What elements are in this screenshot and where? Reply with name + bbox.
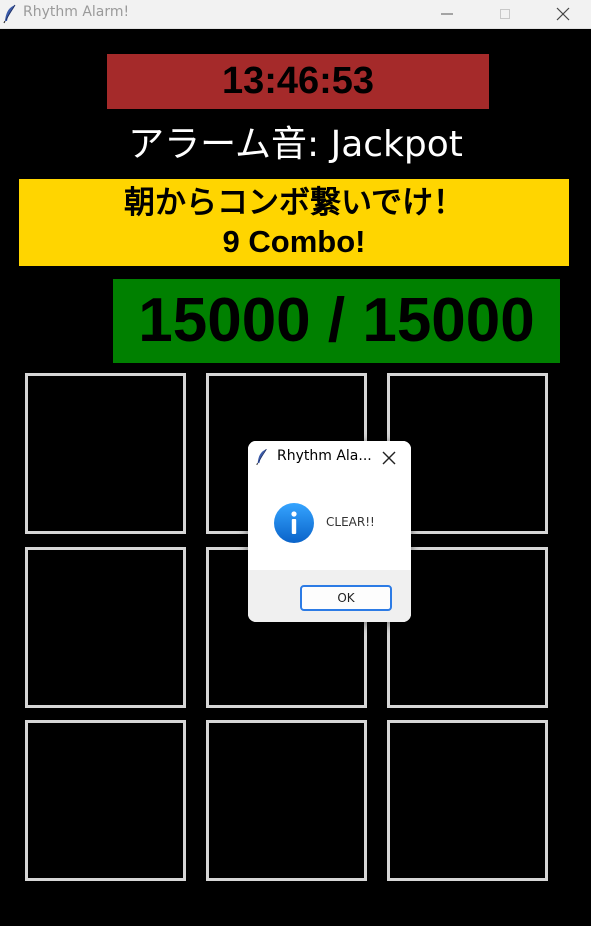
tile-7[interactable] xyxy=(25,720,186,881)
tile-3[interactable] xyxy=(387,373,548,534)
maximize-button[interactable] xyxy=(476,0,534,28)
tile-9[interactable] xyxy=(387,720,548,881)
window-title: Rhythm Alarm! xyxy=(23,4,130,20)
tile-6[interactable] xyxy=(387,547,548,708)
close-button[interactable] xyxy=(534,0,591,28)
minimize-icon xyxy=(441,13,453,15)
dialog-message: CLEAR!! xyxy=(326,515,375,529)
dialog-title: Rhythm Ala... xyxy=(277,448,372,464)
tile-8[interactable] xyxy=(206,720,367,881)
feather-icon xyxy=(255,447,269,467)
dialog-close-button[interactable] xyxy=(376,445,402,471)
dialog-footer: OK xyxy=(248,570,411,622)
combo-count: 9 Combo! xyxy=(222,224,366,259)
app-window: Rhythm Alarm! 13:46:53 アラーム音: Jackpot 朝か… xyxy=(0,0,591,926)
feather-icon xyxy=(2,4,18,24)
close-icon xyxy=(382,451,396,465)
ok-button[interactable]: OK xyxy=(300,585,392,611)
tile-1[interactable] xyxy=(25,373,186,534)
clock-display: 13:46:53 xyxy=(107,54,489,109)
title-bar: Rhythm Alarm! xyxy=(0,0,591,29)
combo-message: 朝からコンボ繋いでけ！ xyxy=(123,185,465,221)
maximize-icon xyxy=(500,9,510,19)
info-dialog: Rhythm Ala... CLEAR!! OK xyxy=(248,441,411,622)
minimize-button[interactable] xyxy=(418,0,476,28)
score-display: 15000 / 15000 xyxy=(113,279,560,363)
combo-banner: 朝からコンボ繋いでけ！ 9 Combo! xyxy=(19,179,569,266)
tile-4[interactable] xyxy=(25,547,186,708)
dialog-title-bar: Rhythm Ala... xyxy=(248,441,411,473)
close-icon xyxy=(556,7,570,21)
alarm-sound-label: アラーム音: Jackpot xyxy=(128,124,463,165)
info-icon xyxy=(274,503,314,543)
